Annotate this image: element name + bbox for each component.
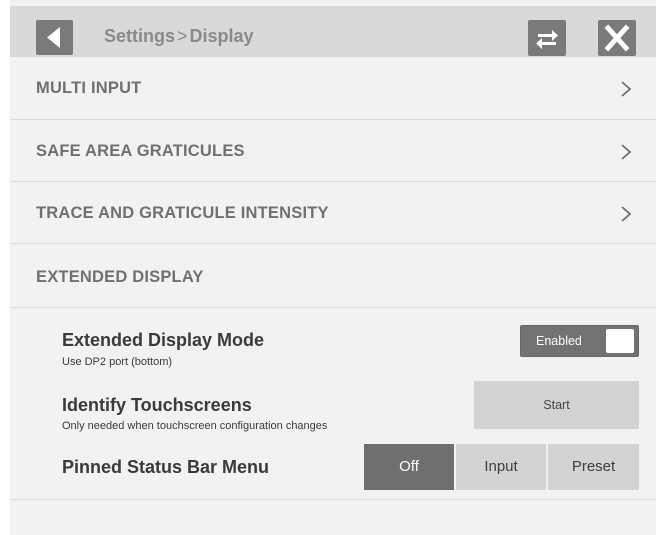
section-header-extended-display: EXTENDED DISPLAY [10,244,656,308]
menu-item-label: SAFE AREA GRATICULES [36,142,245,160]
toggle-label: Enabled [536,334,582,348]
chevron-right-icon [621,144,632,160]
close-x-icon [604,24,630,52]
chevron-right-icon [621,206,632,222]
divider [10,499,656,500]
segment-label: Off [399,458,419,475]
back-button[interactable] [36,20,73,55]
menu-item-trace-graticule-intensity[interactable]: TRACE AND GRATICULE INTENSITY [10,182,656,244]
breadcrumb: Settings > Display [104,26,254,47]
identify-touchscreens-title: Identify Touchscreens [62,395,252,415]
extended-display-toggle[interactable]: Enabled [520,325,639,357]
identify-touchscreens-subtitle: Only needed when touchscreen configurati… [62,420,328,432]
swap-arrows-icon [536,30,558,49]
breadcrumb-separator: > [177,26,188,46]
start-button-label: Start [543,398,570,412]
settings-panel: Settings > Display MULTI INPUT SAFE AREA G… [10,0,656,535]
section-label: EXTENDED DISPLAY [36,268,204,286]
close-button[interactable] [598,20,636,56]
menu-item-safe-area-graticules[interactable]: SAFE AREA GRATICULES [10,120,656,182]
segment-off[interactable]: Off [364,444,454,490]
pinned-status-bar-title: Pinned Status Bar Menu [62,457,270,477]
header-bar: Settings > Display [10,6,656,57]
back-arrow-icon [47,27,60,48]
segment-preset[interactable]: Preset [548,444,639,490]
menu-item-label: MULTI INPUT [36,79,142,97]
extended-display-mode-title: Extended Display Mode [62,330,265,350]
swap-button[interactable] [528,20,566,56]
segment-input[interactable]: Input [456,444,546,490]
page-title: Display [189,26,254,46]
menu-item-label: TRACE AND GRATICULE INTENSITY [36,204,329,222]
extended-display-mode-subtitle: Use DP2 port (bottom) [62,356,173,368]
toggle-knob [606,329,634,353]
breadcrumb-root: Settings [104,26,176,46]
menu-item-multi-input[interactable]: MULTI INPUT [10,57,656,120]
start-button[interactable]: Start [474,381,639,429]
segment-label: Preset [571,458,616,475]
chevron-right-icon [621,81,632,97]
segment-label: Input [484,458,518,475]
